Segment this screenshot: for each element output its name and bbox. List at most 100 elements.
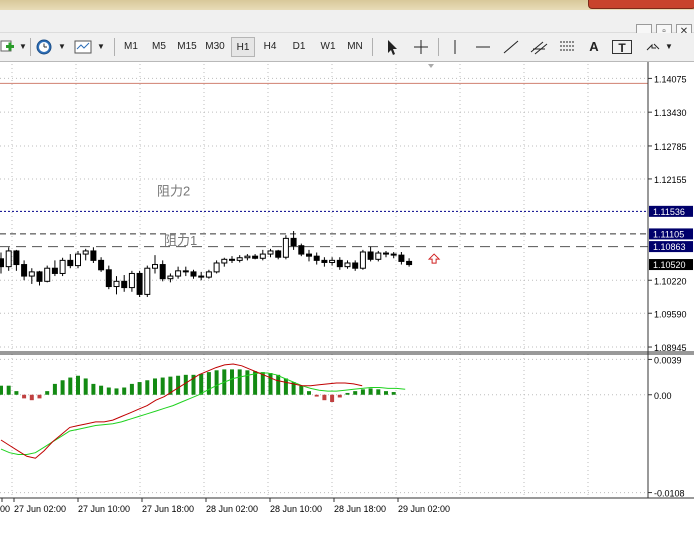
timeframe-m15[interactable]: M15 [175,37,199,57]
crosshair-icon [414,40,428,54]
macd-histogram-bar [106,387,111,395]
timeframe-m30[interactable]: M30 [203,37,227,57]
resistance-1-price-tag: 1.11105 [653,229,684,239]
arrows-tool[interactable] [642,37,664,57]
candle-body [159,264,166,280]
candle-body [359,251,366,269]
arrows-dropdown-icon[interactable]: ▼ [664,37,674,57]
macd-histogram-bar [45,391,50,395]
candle-body [313,255,320,261]
time-tick-label: 27 Jun 02:00 [14,504,66,514]
chart-window[interactable]: 阻力2 阻力1 1.14075 1.13430 1.12785 1.12155 1.102… [0,62,694,534]
macd-histogram-bar [330,394,335,402]
candle-body [44,267,51,282]
timeframe-mn[interactable]: MN [344,37,366,57]
cursor-tool[interactable] [380,37,402,57]
macd-histogram-bar [137,382,142,395]
macd-histogram-bar [83,378,88,395]
candle-body [5,250,12,268]
time-tick-label: 28 Jun 02:00 [206,504,258,514]
timeframe-d1[interactable]: D1 [288,37,310,57]
indicator-tick-label: 0.0039 [654,355,682,365]
candle-body [59,259,66,274]
channel-icon [530,41,548,55]
candle-body [51,267,58,274]
candle-body [21,264,28,277]
indicator-tick-label: -0.0108 [654,489,685,499]
charts-toolbar: ▼ ▼ ▼ M1 M5 M15 M30 H1 H4 D1 W1 MN A T ▼ [0,33,694,62]
timeframe-h4[interactable]: H4 [259,37,281,57]
time-tick-label: 27 Jun 10:00 [78,504,130,514]
crosshair-tool[interactable] [410,37,432,57]
new-chart-dropdown-icon[interactable]: ▼ [18,37,28,57]
candle-body [98,259,105,271]
candle-body [336,259,343,268]
horizontal-line-tool[interactable] [472,37,494,57]
candle-body [167,275,174,280]
price-tick-label: 1.13430 [654,108,687,118]
chart-canvas[interactable]: 阻力2 阻力1 1.14075 1.13430 1.12785 1.12155 1.102… [0,62,694,534]
candle-body [152,264,158,269]
templates-dropdown-icon[interactable]: ▼ [96,37,106,57]
macd-histogram-bar [153,378,157,395]
text-label-tool[interactable]: T [612,40,632,55]
template-icon [74,40,92,54]
macd-histogram-bar [60,380,65,395]
fibonacci-tool[interactable] [556,37,578,57]
candle-body [113,280,120,288]
chart-grid [0,64,648,498]
candle-body [121,280,128,289]
macd-histogram-bar [384,391,388,395]
macd-histogram-bar [314,394,319,397]
macd-histogram-bar [76,375,80,395]
current-price-tag: 1.10520 [653,260,686,270]
timeframe-m5[interactable]: M5 [148,37,170,57]
candle-body [175,270,182,277]
candle-body [267,250,274,255]
indicator-tick-label: 0.00 [654,391,672,401]
macd-histogram-bar [268,373,273,395]
candle-body [321,259,328,263]
resistance-1-label: 阻力1 [164,233,197,248]
candle-body [398,254,405,262]
macd-histogram-bar [122,387,127,395]
periodicity-dropdown-icon[interactable]: ▼ [57,37,67,57]
candle-body [306,253,312,257]
candle-body [290,237,297,247]
periodicity-button[interactable] [33,37,55,57]
timeframe-h1[interactable]: H1 [231,37,255,57]
fibonacci-icon [560,41,574,51]
macd-histogram-bar [283,378,288,395]
trendline-tool[interactable] [500,37,522,57]
arrows-icon [646,43,660,51]
equidistant-channel-tool[interactable] [528,37,550,57]
resistance-2-price-tag: 1.11536 [653,207,685,217]
toolbar-separator [114,38,115,56]
macd-histogram-bar [307,391,311,395]
candle-body [90,250,97,261]
vertical-line-tool[interactable] [444,37,466,57]
macd-histogram-bar [237,369,242,395]
text-tool[interactable]: A [584,37,604,57]
macd-histogram-bar [6,385,11,395]
menu-bar: _ ▫ ✕ [0,10,694,38]
templates-button[interactable] [72,37,96,57]
price-tick-label: 1.12785 [654,142,687,152]
new-chart-button[interactable] [0,37,20,57]
candle-body [13,250,20,266]
macd-histogram-bar [199,373,204,395]
level-price-tag: 1.10863 [653,242,686,252]
cursor-arrow-icon [388,40,397,55]
macd-histogram-bar [253,371,258,395]
candle-body [190,271,197,277]
horizontal-levels[interactable]: 阻力2 阻力1 [0,82,648,248]
macd-histogram-bar [52,383,57,395]
macd-histogram-bar [376,389,381,395]
timeframe-w1[interactable]: W1 [317,37,339,57]
price-tick-label: 1.08945 [654,343,687,353]
candle-body [298,245,305,255]
window-close-button[interactable] [588,0,694,9]
macd-histogram-bar [129,383,134,395]
timeframe-m1[interactable]: M1 [120,37,142,57]
price-tick-label: 1.09590 [654,309,687,319]
